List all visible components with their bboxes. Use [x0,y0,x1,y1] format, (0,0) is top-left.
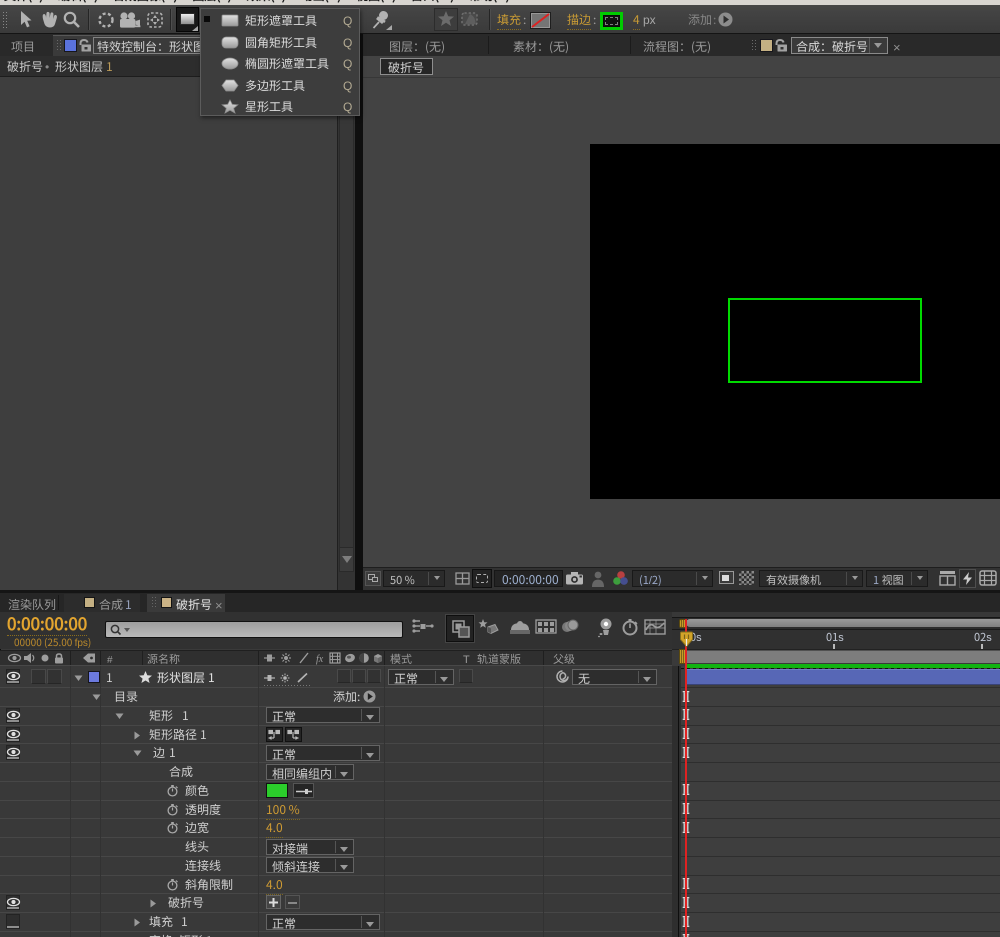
svg-text:fx: fx [316,654,324,665]
